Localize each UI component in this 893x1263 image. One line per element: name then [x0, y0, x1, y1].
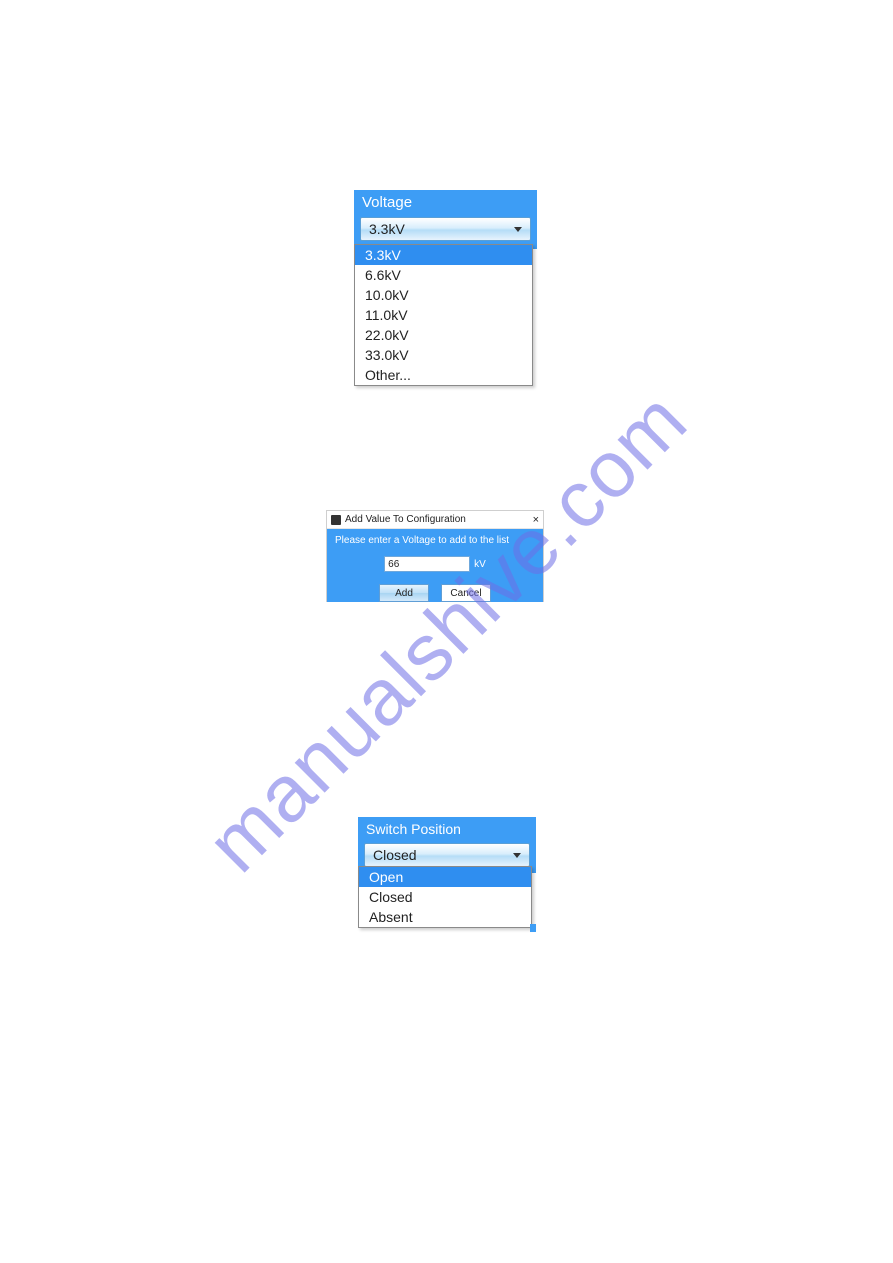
chevron-down-icon [514, 227, 522, 232]
switch-selected-value: Closed [373, 847, 417, 863]
dialog-titlebar: Add Value To Configuration × [327, 511, 543, 529]
dialog-body: Please enter a Voltage to add to the lis… [327, 529, 543, 602]
add-button[interactable]: Add [379, 584, 429, 602]
switch-position-combobox[interactable]: Closed [364, 843, 530, 867]
watermark-text: manualshive.com [189, 374, 705, 890]
voltage-dropdown-list: 3.3kV 6.6kV 10.0kV 11.0kV 22.0kV 33.0kV … [354, 244, 533, 386]
voltage-option[interactable]: 6.6kV [355, 265, 532, 285]
switch-position-panel: Switch Position Closed [358, 817, 536, 873]
panel-edge [530, 924, 536, 932]
switch-option[interactable]: Closed [359, 887, 531, 907]
dialog-prompt: Please enter a Voltage to add to the lis… [335, 535, 535, 546]
switch-position-header: Switch Position [358, 817, 536, 843]
switch-dropdown-list: Open Closed Absent [358, 866, 532, 928]
voltage-header: Voltage [354, 190, 537, 217]
voltage-panel: Voltage 3.3kV [354, 190, 537, 249]
add-value-dialog: Add Value To Configuration × Please ente… [326, 510, 544, 602]
voltage-option-other[interactable]: Other... [355, 365, 532, 385]
voltage-input[interactable] [384, 556, 470, 572]
dialog-buttons: Add Cancel [335, 584, 535, 602]
close-icon[interactable]: × [533, 514, 539, 526]
voltage-combobox[interactable]: 3.3kV [360, 217, 531, 241]
chevron-down-icon [513, 853, 521, 858]
input-row: kV [335, 556, 535, 572]
cancel-button[interactable]: Cancel [441, 584, 491, 602]
dialog-title: Add Value To Configuration [345, 514, 466, 525]
switch-option[interactable]: Open [359, 867, 531, 887]
voltage-selected-value: 3.3kV [369, 221, 405, 237]
app-icon [331, 515, 341, 525]
unit-label: kV [474, 559, 486, 570]
voltage-option[interactable]: 22.0kV [355, 325, 532, 345]
voltage-option[interactable]: 33.0kV [355, 345, 532, 365]
voltage-option[interactable]: 11.0kV [355, 305, 532, 325]
voltage-option[interactable]: 3.3kV [355, 245, 532, 265]
voltage-option[interactable]: 10.0kV [355, 285, 532, 305]
switch-option[interactable]: Absent [359, 907, 531, 927]
